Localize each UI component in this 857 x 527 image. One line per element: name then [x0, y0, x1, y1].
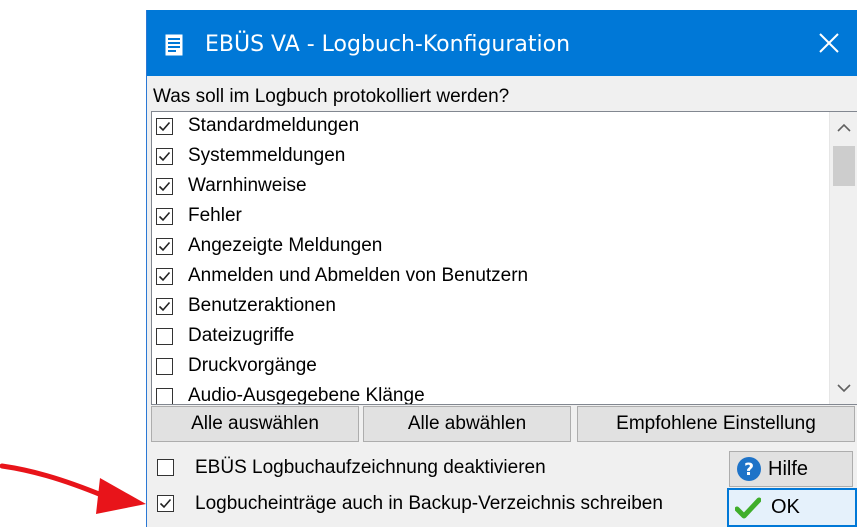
list-item[interactable]: Angezeigte Meldungen — [152, 234, 830, 264]
list-item-label: Audio-Ausgegebene Klänge — [188, 385, 425, 405]
check-mark-icon — [158, 121, 171, 132]
ok-button[interactable]: OK — [727, 488, 857, 527]
check-mark-icon — [158, 301, 171, 312]
chevron-up-icon — [837, 123, 851, 132]
logbook-config-dialog: EBÜS VA - Logbuch-Konfiguration Was soll… — [146, 10, 857, 527]
scroll-up-button[interactable] — [830, 112, 857, 144]
list-item[interactable]: Systemmeldungen — [152, 144, 830, 174]
chevron-down-icon — [837, 384, 851, 393]
check-mark-icon — [158, 151, 171, 162]
list-item[interactable]: Audio-Ausgegebene Klänge — [152, 384, 830, 405]
title-bar: EBÜS VA - Logbuch-Konfiguration — [147, 10, 857, 76]
scroll-thumb[interactable] — [833, 146, 855, 186]
app-document-icon — [165, 34, 183, 56]
list-item-checkbox[interactable] — [156, 388, 173, 404]
help-button[interactable]: ? Hilfe — [729, 451, 853, 487]
list-item-checkbox[interactable] — [156, 118, 173, 135]
close-icon — [819, 33, 839, 53]
list-item-label: Systemmeldungen — [188, 145, 346, 166]
recommended-settings-button[interactable]: Empfohlene Einstellung — [577, 406, 855, 442]
svg-text:?: ? — [744, 460, 754, 480]
check-mark-icon — [158, 241, 171, 252]
list-item[interactable]: Anmelden und Abmelden von Benutzern — [152, 264, 830, 294]
list-item-label: Dateizugriffe — [188, 325, 295, 346]
list-item[interactable]: Druckvorgänge — [152, 354, 830, 384]
scroll-down-button[interactable] — [830, 372, 857, 404]
help-icon: ? — [737, 457, 761, 481]
list-item-label: Angezeigte Meldungen — [188, 235, 383, 256]
list-item[interactable]: Dateizugriffe — [152, 324, 830, 354]
list-item-checkbox[interactable] — [156, 328, 173, 345]
help-button-label: Hilfe — [768, 457, 809, 480]
log-category-listbox[interactable]: Standardmeldungen Systemmeldungen Warnhinw… — [151, 111, 857, 405]
list-item-label: Benutzeraktionen — [188, 295, 336, 316]
window-title: EBÜS VA - Logbuch-Konfiguration — [205, 32, 571, 57]
disable-logging-label: EBÜS Logbuchaufzeichnung deaktivieren — [195, 457, 546, 478]
check-mark-icon — [158, 181, 171, 192]
list-item-label: Standardmeldungen — [188, 115, 360, 136]
list-item-checkbox[interactable] — [156, 208, 173, 225]
list-item[interactable]: Fehler — [152, 204, 830, 234]
list-item[interactable]: Standardmeldungen — [152, 114, 830, 144]
deselect-all-button[interactable]: Alle abwählen — [363, 406, 571, 442]
list-item-label: Druckvorgänge — [188, 355, 317, 376]
list-item-label: Fehler — [188, 205, 242, 226]
ok-button-label: OK — [771, 496, 800, 518]
list-item-checkbox[interactable] — [156, 148, 173, 165]
list-item-checkbox[interactable] — [156, 268, 173, 285]
disable-logging-checkbox[interactable] — [157, 459, 174, 476]
checkmark-icon — [735, 497, 761, 518]
check-mark-icon — [158, 271, 171, 282]
list-item-label: Anmelden und Abmelden von Benutzern — [188, 265, 529, 286]
select-all-button[interactable]: Alle auswählen — [151, 406, 359, 442]
vertical-scrollbar[interactable] — [829, 112, 857, 404]
list-item[interactable]: Warnhinweise — [152, 174, 830, 204]
backup-dir-label: Logbucheinträge auch in Backup-Verzeichn… — [195, 493, 663, 514]
list-item-checkbox[interactable] — [156, 298, 173, 315]
backup-dir-checkbox[interactable] — [157, 495, 174, 512]
list-item-checkbox[interactable] — [156, 358, 173, 375]
close-button[interactable] — [800, 10, 857, 76]
list-item-checkbox[interactable] — [156, 238, 173, 255]
list-item[interactable]: Benutzeraktionen — [152, 294, 830, 324]
annotation-arrow — [0, 463, 146, 514]
list-item-label: Warnhinweise — [188, 175, 307, 196]
check-mark-icon — [159, 498, 172, 509]
check-mark-icon — [158, 211, 171, 222]
list-prompt-label: Was soll im Logbuch protokolliert werden… — [153, 86, 510, 107]
list-item-checkbox[interactable] — [156, 178, 173, 195]
